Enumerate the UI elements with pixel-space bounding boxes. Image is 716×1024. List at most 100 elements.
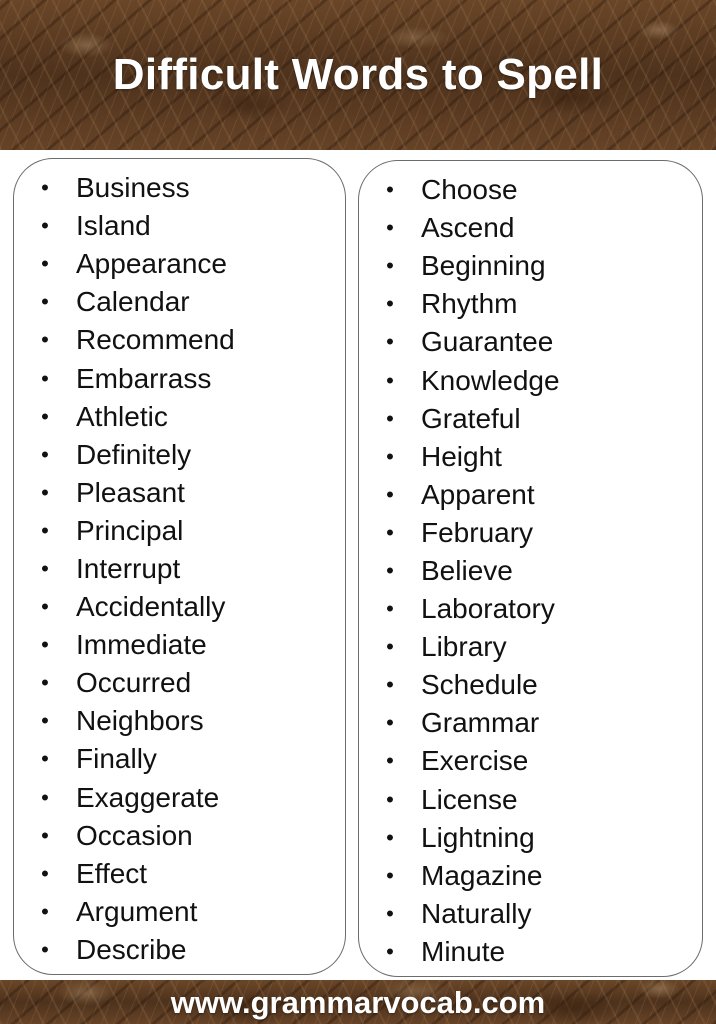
word-text: Rhythm: [421, 288, 518, 320]
word-text: Island: [76, 210, 151, 242]
list-item: • Grammar: [359, 704, 702, 742]
list-item: • Laboratory: [359, 590, 702, 628]
bullet-icon: •: [41, 594, 49, 620]
list-item: • Beginning: [359, 247, 702, 285]
word-text: Schedule: [421, 669, 538, 701]
bullet-icon: •: [386, 938, 394, 964]
word-text: Library: [421, 631, 507, 663]
bullet-icon: •: [41, 898, 49, 924]
list-item: • Minute: [359, 933, 702, 971]
word-text: Athletic: [76, 400, 168, 432]
list-item: • Calendar: [14, 283, 345, 321]
bullet-icon: •: [41, 365, 49, 391]
word-text: Embarrass: [76, 362, 212, 394]
list-item: • Schedule: [359, 666, 702, 704]
word-text: Height: [421, 440, 502, 472]
list-item: • Height: [359, 438, 702, 476]
word-text: Knowledge: [421, 364, 560, 396]
word-text: Believe: [421, 554, 513, 586]
bullet-icon: •: [386, 253, 394, 279]
bullet-icon: •: [41, 936, 49, 962]
list-item: • Principal: [14, 512, 345, 550]
list-item: • Immediate: [14, 626, 345, 664]
list-item: • Rhythm: [359, 285, 702, 323]
bullet-icon: •: [41, 746, 49, 772]
word-text: Calendar: [76, 286, 190, 318]
list-item: • February: [359, 514, 702, 552]
list-item: • Apparent: [359, 476, 702, 514]
bullet-icon: •: [41, 708, 49, 734]
word-text: Exercise: [421, 745, 529, 777]
word-text: Appearance: [76, 248, 228, 280]
bullet-icon: •: [41, 860, 49, 886]
word-text: Occurred: [76, 667, 192, 699]
bullet-icon: •: [386, 177, 394, 203]
list-item: • Lightning: [359, 819, 702, 857]
list-item: • Choose: [359, 171, 702, 209]
word-list-card-left: • Business • Island • Appearance • Calendar • Rec…: [13, 158, 346, 975]
word-text: Minute: [421, 935, 506, 967]
bullet-icon: •: [41, 175, 49, 201]
bullet-icon: •: [386, 786, 394, 812]
word-list-right: • Choose • Ascend • Beginning • Rhythm • Guarante…: [359, 171, 702, 971]
word-text: Magazine: [421, 859, 543, 891]
list-item: • Finally: [14, 740, 345, 778]
list-item: • Occurred: [14, 664, 345, 702]
bullet-icon: •: [386, 634, 394, 660]
bullet-icon: •: [386, 291, 394, 317]
bullet-icon: •: [386, 862, 394, 888]
bullet-icon: •: [386, 900, 394, 926]
header-banner: Difficult Words to Spell: [0, 0, 716, 150]
bullet-icon: •: [386, 557, 394, 583]
list-item: • Occasion: [14, 817, 345, 855]
list-item: • Exaggerate: [14, 779, 345, 817]
list-item: • Pleasant: [14, 474, 345, 512]
word-text: Recommend: [76, 324, 235, 356]
word-text: Immediate: [76, 629, 207, 661]
word-text: Exaggerate: [76, 781, 220, 813]
list-item: • Exercise: [359, 742, 702, 780]
list-item: • Interrupt: [14, 550, 345, 588]
bullet-icon: •: [41, 784, 49, 810]
list-item: • Appearance: [14, 245, 345, 283]
list-item: • Recommend: [14, 321, 345, 359]
list-item: • Argument: [14, 893, 345, 931]
bullet-icon: •: [41, 403, 49, 429]
word-text: February: [421, 516, 534, 548]
list-item: • Neighbors: [14, 702, 345, 740]
word-text: Lightning: [421, 821, 535, 853]
word-text: Principal: [76, 514, 184, 546]
word-list-left: • Business • Island • Appearance • Calendar • Rec…: [14, 169, 345, 969]
list-item: • Knowledge: [359, 361, 702, 399]
list-item: • Definitely: [14, 436, 345, 474]
word-text: Interrupt: [76, 552, 181, 584]
list-item: • Library: [359, 628, 702, 666]
bullet-icon: •: [386, 519, 394, 545]
bullet-icon: •: [41, 289, 49, 315]
list-item: • Magazine: [359, 857, 702, 895]
footer-banner: www.grammarvocab.com: [0, 980, 716, 1024]
bullet-icon: •: [386, 215, 394, 241]
word-text: Naturally: [421, 897, 532, 929]
word-text: Ascend: [421, 212, 515, 244]
word-text: Guarantee: [421, 326, 554, 358]
bullet-icon: •: [386, 405, 394, 431]
word-text: Grateful: [421, 402, 521, 434]
bullet-icon: •: [386, 329, 394, 355]
word-text: Occasion: [76, 819, 193, 851]
word-text: License: [421, 783, 518, 815]
bullet-icon: •: [386, 443, 394, 469]
bullet-icon: •: [41, 327, 49, 353]
word-list-card-right: • Choose • Ascend • Beginning • Rhythm • Guarante…: [358, 160, 703, 977]
word-text: Definitely: [76, 438, 192, 470]
word-text: Grammar: [421, 707, 540, 739]
list-item: • Accidentally: [14, 588, 345, 626]
bullet-icon: •: [386, 367, 394, 393]
bullet-icon: •: [41, 632, 49, 658]
bullet-icon: •: [386, 672, 394, 698]
bullet-icon: •: [386, 710, 394, 736]
word-text: Beginning: [421, 250, 546, 282]
list-item: • Describe: [14, 931, 345, 969]
list-item: • Embarrass: [14, 359, 345, 397]
bullet-icon: •: [386, 596, 394, 622]
